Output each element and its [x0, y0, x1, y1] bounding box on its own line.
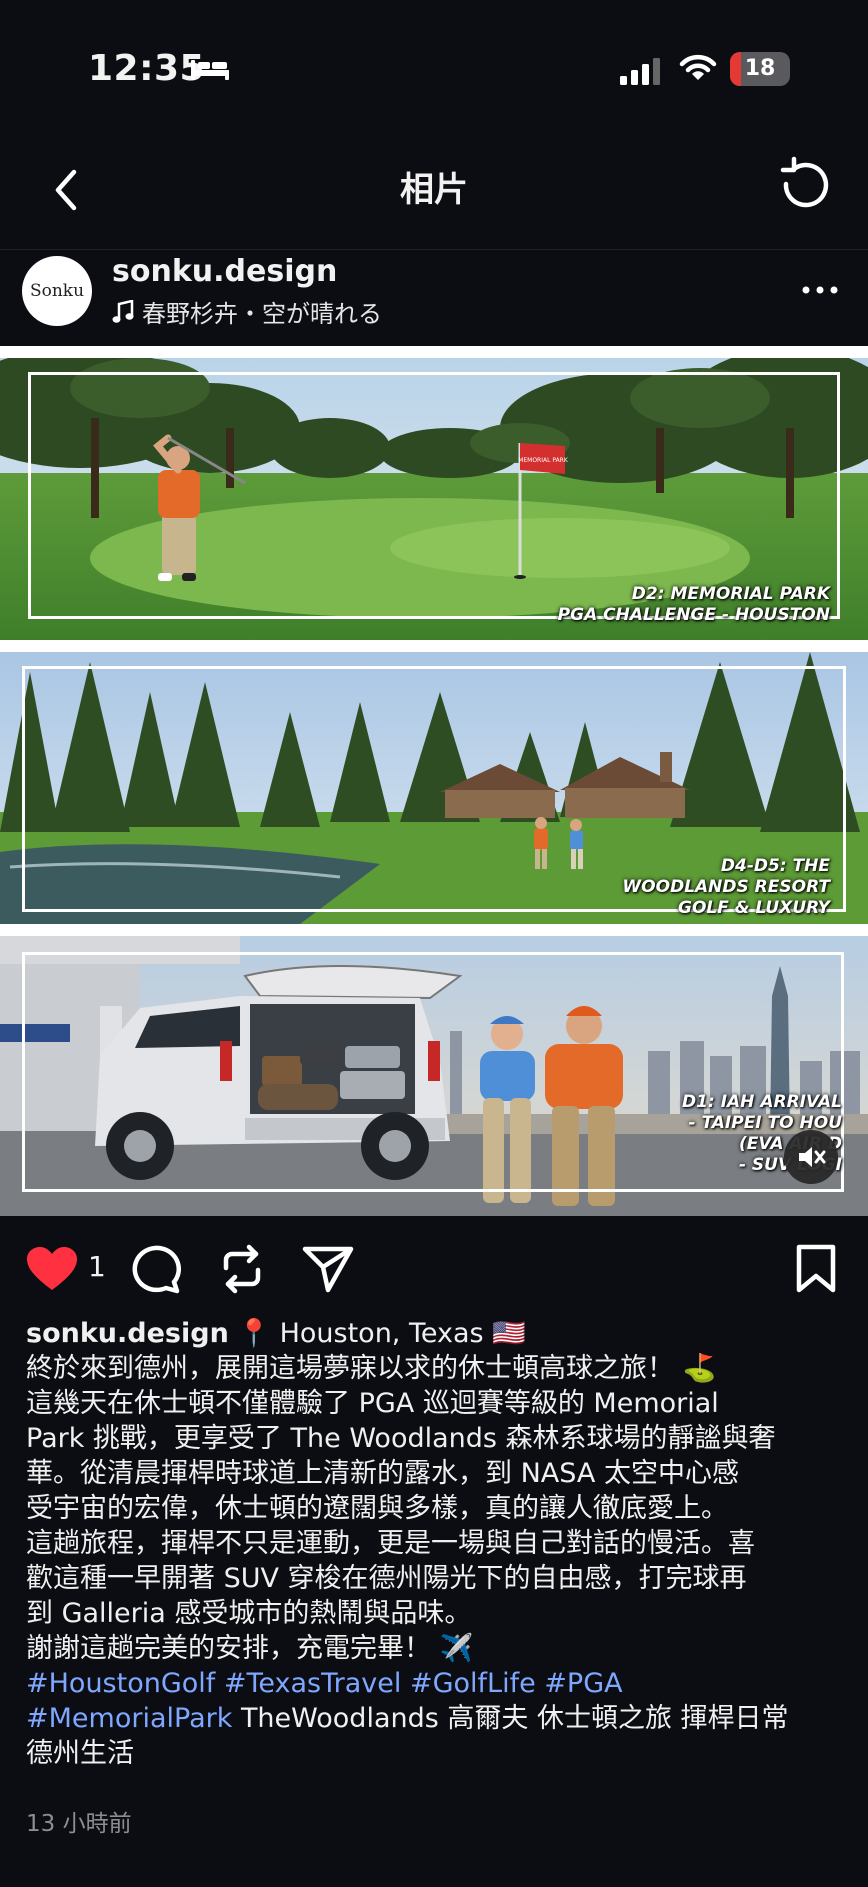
avatar[interactable]: Sonku: [22, 256, 92, 326]
repost-icon[interactable]: [218, 1244, 266, 1294]
caption-line: PGA CHALLENGE - HOUSTON: [557, 605, 830, 625]
post-timestamp: 13 小時前: [26, 1811, 132, 1837]
post-username[interactable]: sonku.design: [112, 254, 337, 289]
image-frame: [28, 372, 840, 619]
music-label: 春野杉卉・空が晴れる: [142, 300, 382, 328]
signal-icon: [620, 58, 660, 85]
share-icon[interactable]: [302, 1244, 354, 1294]
caption-line: 這趟旅程，揮桿不只是運動，更是一場與自己對話的慢活。喜: [26, 1528, 755, 1559]
image-panel-memorial-park: MEMORIAL PARK D2: MEMORIAL PARK PGA CHAL…: [0, 358, 868, 640]
hashtag-line[interactable]: #HoustonGolf #TexasTravel #GolfLife #PGA: [26, 1666, 846, 1701]
caption-line: 終於來到德州，展開這場夢寐以求的休士頓高球之旅！ ⛳: [26, 1353, 717, 1384]
caption-line: WOODLANDS RESORT: [622, 877, 830, 897]
comment-icon[interactable]: [130, 1244, 182, 1294]
plain-tags: TheWoodlands 高爾夫 休士頓之旅 揮桿日常: [232, 1703, 789, 1734]
post-header: Sonku sonku.design 春野杉卉・空が晴れる: [0, 250, 868, 344]
caption-username[interactable]: sonku.design: [26, 1318, 229, 1349]
caption-line: 這幾天在休士頓不僅體驗了 PGA 巡迴賽等級的 Memorial: [26, 1388, 719, 1419]
caption-line: GOLF & LUXURY: [678, 898, 830, 918]
caption-line: 華。從清晨揮桿時球道上清新的露水，到 NASA 太空中心感: [26, 1458, 739, 1489]
wifi-icon: [679, 54, 717, 80]
bookmark-icon[interactable]: [794, 1244, 838, 1294]
music-note-icon: [112, 299, 134, 323]
caption-line: D1: IAH ARRIVAL: [682, 1092, 842, 1112]
caption-line: 謝謝這趟完美的安排，充電完畢！ ✈️: [26, 1633, 474, 1664]
bed-icon: [191, 60, 229, 80]
page-title: 相片: [400, 170, 468, 210]
like-count[interactable]: 1: [88, 1250, 106, 1283]
image-caption-2: D4-D5: THE WOODLANDS RESORT GOLF & LUXUR…: [622, 856, 830, 919]
battery-icon: 18: [730, 52, 790, 86]
mute-button[interactable]: [784, 1130, 838, 1184]
refresh-button[interactable]: [772, 154, 836, 218]
caption-location[interactable]: 📍 Houston, Texas 🇺🇸: [237, 1318, 525, 1349]
caption-line: 德州生活: [26, 1738, 134, 1769]
hashtag-memorialpark[interactable]: #MemorialPark: [26, 1703, 232, 1734]
caption-line: 歡這種一早開著 SUV 穿梭在德州陽光下的自由感，打完球再: [26, 1563, 747, 1594]
post-image[interactable]: MEMORIAL PARK D2: MEMORIAL PARK PGA CHAL…: [0, 346, 868, 1216]
status-bar: 12:35 18: [0, 0, 868, 140]
caption-line: 受宇宙的宏偉，休士頓的遼闊與多樣，真的讓人徹底愛上。: [26, 1493, 728, 1524]
more-options-button[interactable]: [800, 280, 840, 300]
heart-icon[interactable]: [26, 1246, 78, 1292]
caption-line: Park 挑戰，更享受了 The Woodlands 森林系球場的靜謐與奢: [26, 1423, 776, 1454]
image-panel-iah-arrival: D1: IAH ARRIVAL - TAIPEI TO HOU (EVA AIR…: [0, 936, 868, 1216]
tags-line: #MemorialPark TheWoodlands 高爾夫 休士頓之旅 揮桿日…: [26, 1701, 846, 1736]
status-time: 12:35: [88, 48, 206, 89]
post-caption: sonku.design 📍 Houston, Texas 🇺🇸 終於來到德州，…: [26, 1316, 846, 1771]
nav-bar: 相片: [0, 140, 868, 250]
image-panel-woodlands: D4-D5: THE WOODLANDS RESORT GOLF & LUXUR…: [0, 652, 868, 924]
caption-line: D4-D5: THE: [720, 856, 830, 876]
music-info[interactable]: 春野杉卉・空が晴れる: [112, 294, 382, 329]
battery-text: 18: [744, 56, 776, 81]
action-bar: 1: [0, 1236, 868, 1300]
caption-line: D2: MEMORIAL PARK: [631, 584, 830, 604]
image-caption-1: D2: MEMORIAL PARK PGA CHALLENGE - HOUSTO…: [558, 584, 830, 626]
caption-line: 到 Galleria 感受城市的熱鬧與品味。: [26, 1598, 472, 1629]
caption-header: sonku.design 📍 Houston, Texas 🇺🇸: [26, 1316, 846, 1351]
